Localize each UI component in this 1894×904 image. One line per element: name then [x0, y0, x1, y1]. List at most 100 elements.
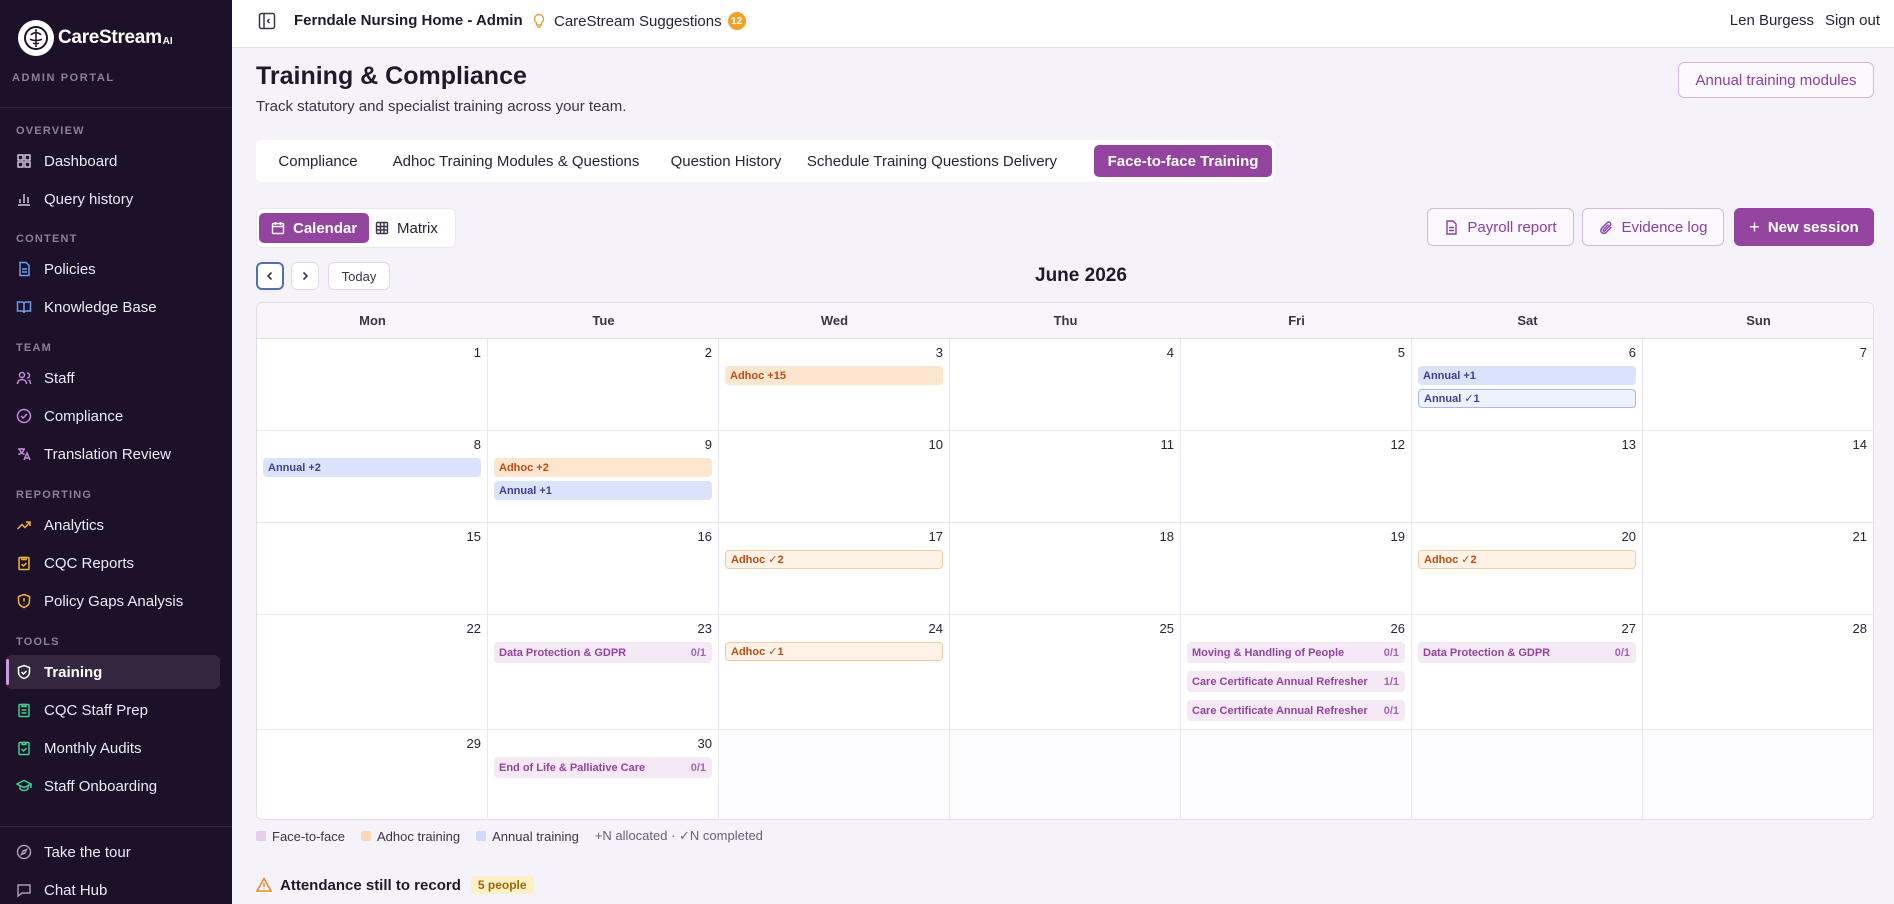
- sidebar-item-chat-hub[interactable]: Chat Hub: [6, 873, 220, 904]
- tab-schedule-delivery[interactable]: Schedule Training Questions Delivery: [800, 145, 1064, 177]
- calendar-day-cell[interactable]: 10: [719, 431, 950, 523]
- calendar-event[interactable]: Care Certificate Annual Refresher 1/1: [1187, 671, 1405, 692]
- sidebar-item-translation-review[interactable]: Translation Review: [6, 437, 220, 471]
- calendar-event[interactable]: Adhoc ✓2: [725, 550, 943, 569]
- calendar-event[interactable]: Adhoc ✓2: [1418, 550, 1636, 569]
- sidebar-item-compliance[interactable]: Compliance: [6, 399, 220, 433]
- calendar-day-cell[interactable]: 5: [1181, 339, 1412, 431]
- sidebar-toggle-icon[interactable]: [258, 12, 276, 30]
- calendar-day-cell[interactable]: 16: [488, 523, 719, 615]
- day-number: 8: [473, 437, 481, 452]
- payroll-report-button[interactable]: Payroll report: [1427, 208, 1574, 246]
- calendar-day-cell[interactable]: 8 Annual +2: [257, 431, 488, 523]
- calendar-event[interactable]: Adhoc +2: [494, 458, 712, 477]
- calendar-day-cell[interactable]: 27 Data Protection & GDPR 0/1: [1412, 615, 1643, 730]
- calendar-day-cell[interactable]: 21: [1643, 523, 1873, 615]
- chevron-left-icon: [266, 271, 273, 281]
- sidebar-item-policy-gaps[interactable]: Policy Gaps Analysis: [6, 584, 220, 618]
- calendar-day-cell[interactable]: 28: [1643, 615, 1873, 730]
- calendar-day-cell[interactable]: 29: [257, 730, 488, 819]
- calendar-day-cell[interactable]: 23 Data Protection & GDPR 0/1: [488, 615, 719, 730]
- calendar-event[interactable]: Care Certificate Annual Refresher 0/1: [1187, 700, 1405, 721]
- sidebar-item-knowledge-base[interactable]: Knowledge Base: [6, 290, 220, 324]
- calendar-event[interactable]: Adhoc ✓1: [725, 642, 943, 661]
- calendar-event[interactable]: Annual +2: [263, 458, 481, 477]
- calendar-day-cell[interactable]: 2: [488, 339, 719, 431]
- event-attendance-count: 0/1: [690, 761, 706, 774]
- sidebar-item-label: Chat Hub: [44, 881, 108, 899]
- new-session-button[interactable]: + New session: [1734, 208, 1874, 246]
- calendar-day-cell[interactable]: 13: [1412, 431, 1643, 523]
- annual-modules-button[interactable]: Annual training modules: [1678, 62, 1874, 98]
- calendar-event[interactable]: Annual +1: [494, 481, 712, 500]
- sidebar-item-dashboard[interactable]: Dashboard: [6, 144, 220, 178]
- sidebar-item-staff-onboarding[interactable]: Staff Onboarding: [6, 769, 220, 803]
- sidebar-item-training[interactable]: Training: [6, 655, 220, 689]
- calendar-day-cell[interactable]: 12: [1181, 431, 1412, 523]
- brand[interactable]: CareStream AI: [18, 20, 173, 56]
- sidebar-item-cqc-reports[interactable]: CQC Reports: [6, 546, 220, 580]
- section-content: CONTENT: [16, 233, 78, 245]
- event-attendance-count: 0/1: [1614, 646, 1630, 659]
- calendar-day-cell[interactable]: 9 Adhoc +2 Annual +1: [488, 431, 719, 523]
- weekday-label: Tue: [592, 313, 615, 328]
- calendar-day-cell[interactable]: 20 Adhoc ✓2: [1412, 523, 1643, 615]
- calendar-day-cell[interactable]: 15: [257, 523, 488, 615]
- sidebar-item-analytics[interactable]: Analytics: [6, 508, 220, 542]
- evidence-log-button[interactable]: Evidence log: [1582, 208, 1724, 246]
- calendar-day-cell[interactable]: 11: [950, 431, 1181, 523]
- sidebar-item-query-history[interactable]: Query history: [6, 182, 220, 216]
- sidebar-item-cqc-staff-prep[interactable]: CQC Staff Prep: [6, 693, 220, 727]
- calendar-day-cell[interactable]: 4: [950, 339, 1181, 431]
- calendar-day-cell[interactable]: 17 Adhoc ✓2: [719, 523, 950, 615]
- calendar-event[interactable]: Data Protection & GDPR 0/1: [1418, 642, 1636, 663]
- calendar-day-cell[interactable]: 22: [257, 615, 488, 730]
- calendar-day-cell[interactable]: 25: [950, 615, 1181, 730]
- event-label: Annual ✓1: [1424, 393, 1480, 405]
- calendar-day-cell[interactable]: 18: [950, 523, 1181, 615]
- calendar-day-cell[interactable]: 24 Adhoc ✓1: [719, 615, 950, 730]
- calendar-view-button[interactable]: Calendar: [259, 213, 370, 243]
- calendar-event[interactable]: Moving & Handling of People 0/1: [1187, 642, 1405, 663]
- calendar-day-cell[interactable]: 14: [1643, 431, 1873, 523]
- day-number: 10: [928, 437, 943, 452]
- next-month-button[interactable]: [291, 262, 319, 290]
- sidebar-item-label: Take the tour: [44, 843, 131, 861]
- day-number: 17: [928, 529, 943, 544]
- sidebar-item-label: Compliance: [44, 407, 124, 425]
- calendar-event[interactable]: Data Protection & GDPR 0/1: [494, 642, 712, 663]
- calendar-day-cell[interactable]: 3 Adhoc +15: [719, 339, 950, 431]
- suggestions-link[interactable]: CareStream Suggestions 12: [532, 12, 746, 30]
- calendar-event[interactable]: Adhoc +15: [725, 366, 943, 385]
- signout-link[interactable]: Sign out: [1825, 12, 1880, 29]
- tab-face-to-face[interactable]: Face-to-face Training: [1094, 145, 1272, 177]
- sidebar-divider: [0, 107, 232, 108]
- calendar-day-cell[interactable]: 30 End of Life & Palliative Care 0/1: [488, 730, 719, 819]
- sidebar-item-take-tour[interactable]: Take the tour: [6, 835, 220, 869]
- event-label: Adhoc +15: [730, 369, 786, 382]
- calendar-event[interactable]: End of Life & Palliative Care 0/1: [494, 757, 712, 778]
- calendar-day-cell[interactable]: 1: [257, 339, 488, 431]
- today-button[interactable]: Today: [328, 262, 390, 290]
- day-number: 3: [935, 345, 943, 360]
- sidebar-item-label: Translation Review: [44, 445, 171, 463]
- calendar-day-cell[interactable]: 6 Annual +1 Annual ✓1: [1412, 339, 1643, 431]
- tab-adhoc-modules[interactable]: Adhoc Training Modules & Questions: [380, 145, 652, 177]
- user-name[interactable]: Len Burgess: [1730, 12, 1814, 29]
- sidebar-item-policies[interactable]: Policies: [6, 252, 220, 286]
- calendar-day-cell[interactable]: 26 Moving & Handling of People 0/1 Care Cer…: [1181, 615, 1412, 730]
- tab-compliance[interactable]: Compliance: [262, 145, 374, 177]
- event-label: Moving & Handling of People: [1192, 646, 1345, 659]
- calendar-event[interactable]: Annual +1: [1418, 366, 1636, 385]
- tab-question-history[interactable]: Question History: [658, 145, 794, 177]
- calendar-day-cell[interactable]: 7: [1643, 339, 1873, 431]
- matrix-view-button[interactable]: Matrix: [363, 213, 450, 243]
- prev-month-button[interactable]: [256, 262, 284, 290]
- sidebar-item-monthly-audits[interactable]: Monthly Audits: [6, 731, 220, 765]
- day-number: 26: [1390, 621, 1405, 636]
- day-number: 24: [928, 621, 943, 636]
- sidebar-item-staff[interactable]: Staff: [6, 361, 220, 395]
- calendar-event[interactable]: Annual ✓1: [1418, 389, 1636, 408]
- calendar-day-cell[interactable]: 19: [1181, 523, 1412, 615]
- day-number: 4: [1166, 345, 1174, 360]
